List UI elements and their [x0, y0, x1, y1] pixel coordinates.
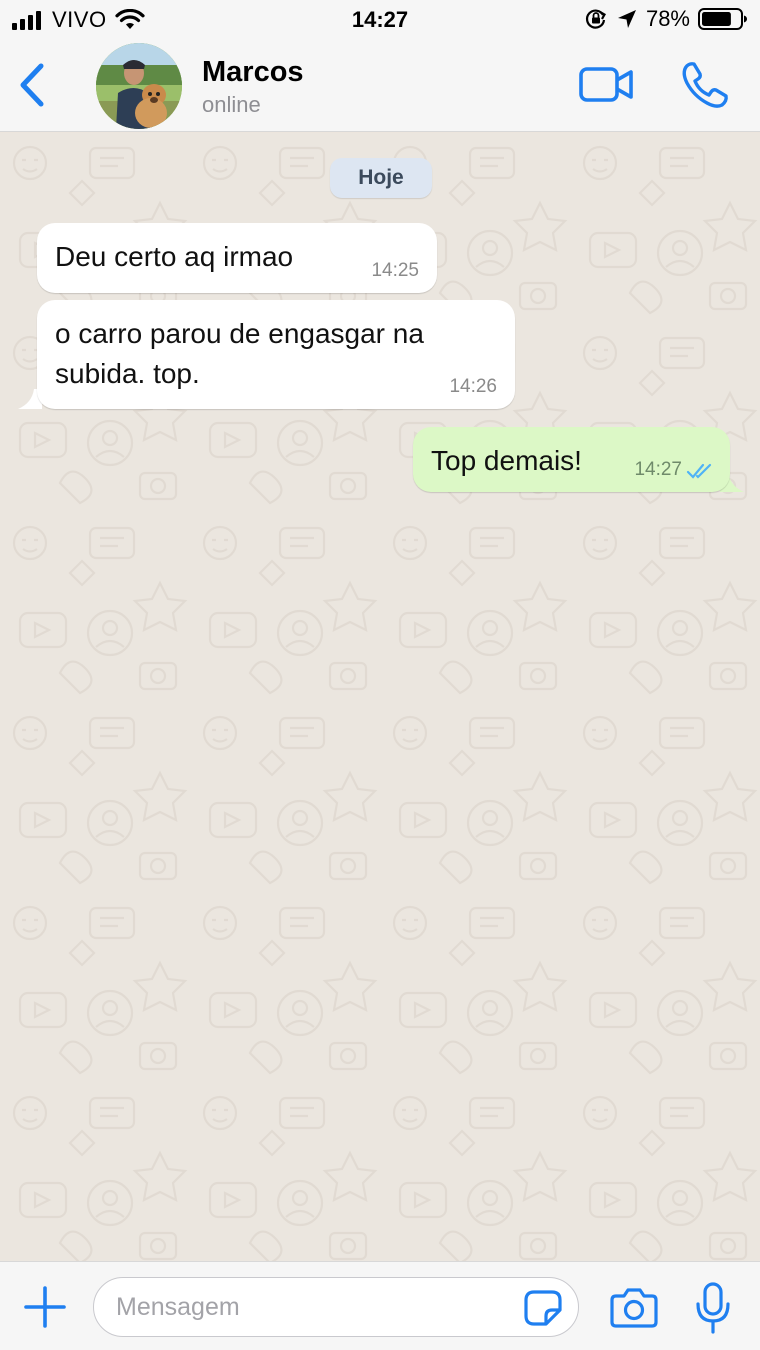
back-button[interactable]: [14, 62, 50, 108]
chat-messages-area[interactable]: Hoje Deu certo aq irmao 14:25 o carro pa…: [0, 133, 760, 1261]
battery-icon: [698, 8, 747, 30]
message-time: 14:25: [371, 260, 419, 281]
message-text-line: subida. top.: [55, 358, 200, 389]
message-input-container[interactable]: [93, 1277, 579, 1337]
contact-avatar[interactable]: [96, 43, 182, 129]
status-bar: VIVO 14:27 78%: [0, 0, 760, 40]
sticker-icon: [524, 1290, 562, 1326]
message-text-line: o carro parou de engasgar na: [55, 318, 424, 349]
microphone-icon: [696, 1282, 730, 1334]
contact-name[interactable]: Marcos: [202, 56, 304, 89]
status-right: 78%: [584, 6, 748, 32]
voice-call-button[interactable]: [680, 60, 730, 110]
orientation-lock-icon: [585, 9, 606, 29]
incoming-message[interactable]: o carro parou de engasgar na subida. top…: [37, 300, 515, 409]
attach-button[interactable]: [22, 1284, 68, 1330]
video-camera-icon: [579, 67, 633, 102]
location-arrow-icon: [617, 10, 636, 28]
chat-header: Marcos online: [0, 40, 760, 132]
date-separator: Hoje: [330, 158, 432, 198]
outgoing-message[interactable]: Top demais! 14:27: [413, 427, 730, 492]
message-text: Deu certo aq irmao: [55, 241, 294, 272]
read-ticks-icon: [686, 463, 712, 479]
camera-icon: [610, 1288, 658, 1328]
chat-screen: VIVO 14:27 78% Marcos online Hoje Deu ce…: [0, 0, 760, 1350]
phone-icon: [682, 62, 728, 108]
incoming-message[interactable]: Deu certo aq irmao 14:25: [37, 223, 437, 293]
message-input[interactable]: [116, 1278, 516, 1336]
sticker-button[interactable]: [524, 1290, 562, 1326]
message-input-bar: [0, 1261, 760, 1350]
battery-percentage: 78%: [645, 6, 690, 31]
plus-icon: [24, 1286, 66, 1328]
contact-status: online: [202, 92, 261, 117]
message-time: 14:27: [634, 459, 682, 480]
back-chevron-icon: [20, 63, 44, 107]
message-time: 14:26: [449, 376, 497, 397]
microphone-button[interactable]: [694, 1282, 732, 1334]
avatar-photo: [96, 43, 182, 129]
camera-button[interactable]: [610, 1286, 658, 1328]
video-call-button[interactable]: [578, 64, 636, 106]
